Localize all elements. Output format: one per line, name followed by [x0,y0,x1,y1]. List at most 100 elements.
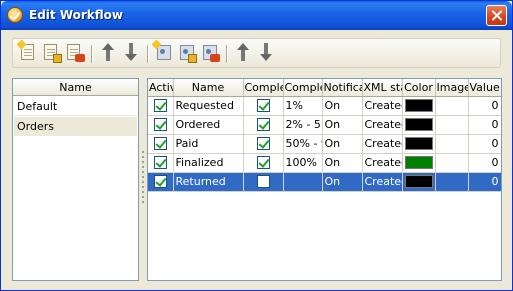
column-header-image[interactable]: Image [435,79,469,97]
active-cell[interactable] [148,153,174,173]
image-cell[interactable] [435,96,469,116]
column-header-active[interactable]: Active [148,79,174,97]
xml-status-cell[interactable]: Created [362,134,403,154]
complete-required-cell[interactable] [243,134,284,154]
value-cell[interactable]: 0 [468,134,501,154]
color-swatch[interactable] [404,99,433,112]
complete-required-cell[interactable] [243,153,284,173]
column-header-color[interactable]: Color [402,79,436,97]
image-cell[interactable] [435,153,469,173]
column-header-complete-required[interactable]: Complete re [243,79,284,97]
complete-required-checkbox[interactable] [256,118,270,132]
name-cell[interactable]: Paid [173,134,244,154]
value-cell[interactable]: 0 [468,172,501,192]
xml-status-cell[interactable]: Created [362,96,403,116]
column-header-xml-status[interactable]: XML sta [362,79,403,97]
title-bar[interactable]: Edit Workflow [1,1,512,30]
color-cell[interactable] [402,96,436,116]
list-item-orders[interactable]: Orders [14,117,137,136]
complete-required-cell[interactable] [243,96,284,116]
panel-splitter[interactable] [141,151,145,209]
image-cell[interactable] [435,134,469,154]
complete-required-checkbox[interactable] [256,99,270,113]
new-node-icon[interactable] [151,39,174,63]
value-cell[interactable]: 0 [468,115,501,135]
name-cell[interactable]: Returned [173,172,244,192]
move-down-icon[interactable] [256,43,276,63]
xml-status-cell[interactable]: Created [362,153,403,173]
image-cell[interactable] [435,115,469,135]
name-cell[interactable]: Ordered [173,115,244,135]
column-header-name[interactable]: Name [173,79,244,97]
completion-cell[interactable]: 50% - 9 [283,134,323,154]
edit-document-icon[interactable] [42,43,62,63]
table-header-row: Active Name Complete re Complet Notifica… [148,79,501,97]
close-button[interactable] [486,5,507,26]
new-document-icon[interactable] [16,39,39,63]
workflow-list: Name Default Orders [12,78,139,281]
color-cell[interactable] [402,153,436,173]
complete-required-checkbox[interactable] [256,137,270,151]
column-header-value[interactable]: Value [468,79,501,97]
active-checkbox[interactable] [153,118,167,132]
status-grid: Active Name Complete re Complet Notifica… [147,78,502,281]
table-row[interactable]: Requested 1%OnCreated 0 [148,96,501,116]
completion-cell[interactable]: 1% [283,96,323,116]
notification-cell[interactable]: On [322,153,363,173]
completion-cell[interactable]: 100% [283,153,323,173]
table-row[interactable]: Finalized 100%OnCreated 0 [148,153,501,173]
color-cell[interactable] [402,134,436,154]
status-table: Active Name Complete re Complet Notifica… [148,79,501,192]
table-row[interactable]: Returned OnCreated 0 [148,172,501,192]
workflow-app-icon [7,7,23,23]
column-header-completion[interactable]: Complet [283,79,323,97]
color-cell[interactable] [402,115,436,135]
table-row[interactable]: Ordered 2% - 5OnCreated 0 [148,115,501,135]
edit-node-icon[interactable] [177,43,197,63]
notification-cell[interactable]: On [322,172,363,192]
complete-required-cell[interactable] [243,172,284,192]
color-swatch[interactable] [404,156,433,169]
active-cell[interactable] [148,134,174,154]
active-checkbox[interactable] [153,99,167,113]
move-down-icon[interactable] [121,43,141,63]
active-checkbox[interactable] [153,175,167,189]
complete-required-checkbox[interactable] [256,175,270,189]
color-cell[interactable] [402,172,436,192]
column-header-notification[interactable]: Notificatio [322,79,363,97]
value-cell[interactable]: 0 [468,96,501,116]
edit-workflow-window: Edit Workflow Name Default Orders Acti N… [0,0,513,291]
completion-cell[interactable]: 2% - 5 [283,115,323,135]
notification-cell[interactable]: On [322,96,363,116]
complete-required-checkbox[interactable] [256,156,270,170]
list-item-default[interactable]: Default [14,97,137,116]
color-swatch[interactable] [404,137,433,150]
window-title: Edit Workflow [29,8,123,22]
active-cell[interactable] [148,96,174,116]
completion-cell[interactable] [283,172,323,192]
toolbar [12,38,501,68]
notification-cell[interactable]: On [322,115,363,135]
active-checkbox[interactable] [153,156,167,170]
color-swatch[interactable] [404,118,433,131]
xml-status-cell[interactable]: Created [362,115,403,135]
xml-status-cell[interactable]: Created [362,172,403,192]
complete-required-cell[interactable] [243,115,284,135]
notification-cell[interactable]: On [322,134,363,154]
value-cell[interactable]: 0 [468,153,501,173]
workflow-list-header[interactable]: Name [13,79,138,96]
active-checkbox[interactable] [153,137,167,151]
active-cell[interactable] [148,115,174,135]
move-up-icon[interactable] [233,43,253,63]
name-cell[interactable]: Finalized [173,153,244,173]
move-up-icon[interactable] [98,43,118,63]
name-cell[interactable]: Requested [173,96,244,116]
toolbar-separator [226,45,227,63]
toolbar-separator [147,45,148,63]
image-cell[interactable] [435,172,469,192]
table-row[interactable]: Paid 50% - 9OnCreated 0 [148,134,501,154]
delete-node-icon[interactable] [200,43,220,63]
color-swatch[interactable] [404,175,433,188]
active-cell[interactable] [148,172,174,192]
delete-document-icon[interactable] [65,43,85,63]
